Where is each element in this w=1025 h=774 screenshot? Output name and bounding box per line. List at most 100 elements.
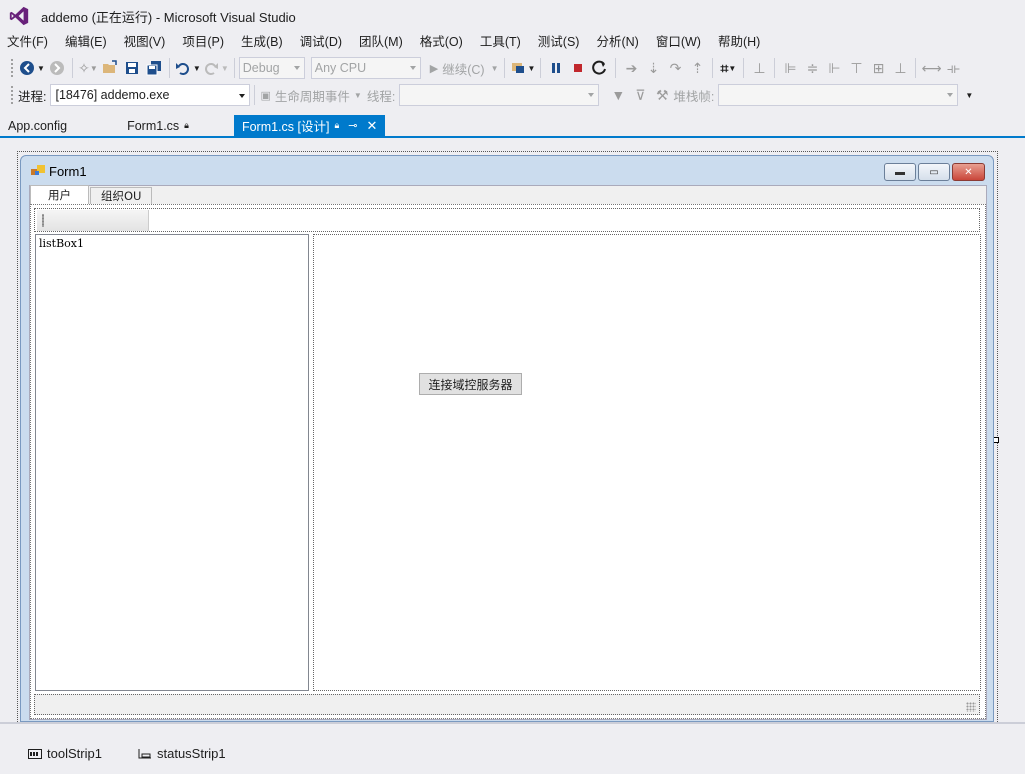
menu-view[interactable]: 视图(V): [118, 32, 172, 52]
forward-button[interactable]: [47, 57, 67, 79]
menu-team[interactable]: 团队(M): [353, 32, 409, 52]
listbox-design-label: listBox1: [39, 237, 85, 250]
toolbar-separator: [71, 58, 73, 78]
align-bottoms-button[interactable]: ⊥: [890, 57, 910, 79]
menu-analyze[interactable]: 分析(N): [590, 32, 644, 52]
debug-location-toolbar: 进程: [18476] addemo.exe ▣ 生命周期事件 ▼ 线程: ▼ …: [0, 82, 1025, 108]
stack-frame-dropdown[interactable]: [718, 84, 959, 106]
filter-icon: ▼: [611, 87, 626, 103]
align-middles-button[interactable]: ⊞: [868, 57, 888, 79]
thread-dropdown[interactable]: [399, 84, 600, 106]
chevron-down-icon: [947, 93, 954, 97]
attach-process-button[interactable]: ▼: [510, 57, 536, 79]
maximize-button[interactable]: ▭: [918, 163, 950, 181]
hex-display-button[interactable]: ⌗ ▼: [718, 57, 738, 79]
user-listbox[interactable]: listBox1: [35, 234, 309, 691]
close-tab-icon[interactable]: ✕: [367, 118, 378, 134]
toolbar-overflow-button[interactable]: ▼: [959, 84, 979, 106]
lifecycle-events-label: 生命周期事件: [274, 89, 350, 104]
toggle-flag-button[interactable]: ⚒: [652, 84, 672, 106]
align-left-icon: ⊫: [784, 59, 797, 76]
undo-icon: [175, 63, 189, 75]
toolbar-separator: [503, 58, 505, 78]
filter-clear-button[interactable]: ⊽: [630, 84, 650, 106]
toolbar-grip[interactable]: [10, 85, 14, 105]
form1-window[interactable]: Form1 ▬ ▭ ✕ 用户 组织OU listBox1 连接域控服务器: [20, 155, 994, 722]
pause-icon: [552, 63, 561, 73]
align-lefts-button[interactable]: ⊫: [780, 57, 800, 79]
content-panel: 连接域控服务器: [313, 234, 981, 691]
menu-debug[interactable]: 调试(D): [294, 32, 348, 52]
tab-users[interactable]: 用户: [30, 185, 89, 204]
new-item-icon: ✧: [78, 59, 90, 76]
new-project-button[interactable]: ✧ ▼: [78, 57, 98, 79]
undo-button[interactable]: ▼: [175, 57, 201, 79]
minimize-button[interactable]: ▬: [884, 163, 916, 181]
menu-file[interactable]: 文件(F): [1, 32, 54, 52]
toolbar-grip[interactable]: [10, 58, 14, 78]
solution-platform-dropdown[interactable]: Any CPU: [310, 57, 421, 79]
save-button[interactable]: [122, 57, 142, 79]
menu-window[interactable]: 窗口(W): [650, 32, 707, 52]
tab-form1-designer[interactable]: Form1.cs [设计] 🔒︎ ⊸ ✕: [233, 115, 386, 136]
continue-button[interactable]: ▶ 继续(C) ▼: [430, 57, 499, 79]
lock-icon: 🔒︎: [334, 120, 340, 130]
menu-tools[interactable]: 工具(T): [474, 32, 527, 52]
tray-toolstrip-label: toolStrip1: [47, 746, 102, 761]
standard-toolbar: ▼ ✧ ▼ ▼ ▼ Debug Any CPU ▶ 继续(C) ▼ ▼ ➔ ⇣ …: [0, 55, 1025, 81]
align-bottom-icon: ⊥: [894, 59, 907, 76]
toolbar-separator: [615, 58, 617, 78]
align-centers-button[interactable]: ≑: [802, 57, 822, 79]
break-all-button[interactable]: [546, 57, 566, 79]
menu-format[interactable]: 格式(O): [414, 32, 469, 52]
close-button[interactable]: ✕: [952, 163, 985, 181]
save-all-button[interactable]: [144, 57, 164, 79]
back-button[interactable]: ▼: [19, 57, 45, 79]
size-grip[interactable]: [966, 702, 976, 712]
menu-test[interactable]: 测试(S): [532, 32, 586, 52]
continue-label: 继续(C): [442, 62, 485, 77]
filter-thread-button[interactable]: ▼: [608, 84, 628, 106]
save-all-icon: [146, 61, 161, 76]
open-file-button[interactable]: [100, 57, 120, 79]
menu-help[interactable]: 帮助(H): [712, 32, 766, 52]
toolbar-separator: [168, 58, 170, 78]
chevron-down-icon: ▼: [527, 63, 536, 73]
tray-toolstrip-item[interactable]: toolStrip1: [28, 746, 102, 761]
toolstrip-grip[interactable]: [42, 214, 44, 227]
stop-debugging-button[interactable]: [568, 57, 588, 79]
step-into-button[interactable]: ⇣: [643, 57, 663, 79]
make-same-width-button[interactable]: ⟷: [921, 57, 941, 79]
step-over-button[interactable]: ↷: [665, 57, 685, 79]
menu-build[interactable]: 生成(B): [235, 32, 289, 52]
align-rights-button[interactable]: ⊩: [824, 57, 844, 79]
align-to-grid-button[interactable]: ⊥: [749, 57, 769, 79]
lifecycle-events-button[interactable]: ▣ 生命周期事件 ▼: [260, 84, 361, 106]
stack-frame-label: 堆栈帧:: [673, 89, 715, 104]
toolstrip[interactable]: [34, 208, 980, 232]
redo-button[interactable]: ▼: [203, 57, 229, 79]
make-same-height-button[interactable]: ⟛: [944, 57, 964, 79]
tray-statusstrip-item[interactable]: statusStrip1: [138, 746, 226, 761]
process-dropdown[interactable]: [18476] addemo.exe: [50, 84, 251, 106]
flag-icon: ⚒: [656, 86, 669, 103]
solution-configuration-dropdown[interactable]: Debug: [238, 57, 305, 79]
restart-button[interactable]: [590, 57, 610, 79]
step-out-button[interactable]: ⇡: [687, 57, 707, 79]
connect-domain-controller-button[interactable]: 连接域控服务器: [419, 373, 522, 395]
form-app-icon: [31, 165, 45, 175]
align-tops-button[interactable]: ⊤: [846, 57, 866, 79]
tab-label: Form1.cs [设计]: [241, 120, 330, 134]
tab-form1-cs[interactable]: Form1.cs 🔒︎: [119, 115, 197, 136]
statusstrip-component-icon: [138, 748, 151, 758]
tab-org-ou[interactable]: 组织OU: [90, 187, 153, 204]
menu-project[interactable]: 项目(P): [176, 32, 230, 52]
chevron-down-icon: [588, 93, 595, 97]
status-strip[interactable]: [34, 694, 980, 715]
window-title: addemo (正在运行) - Microsoft Visual Studio: [41, 9, 296, 25]
menu-edit[interactable]: 编辑(E): [59, 32, 113, 52]
pin-icon[interactable]: ⊸: [348, 119, 357, 132]
tab-label: App.config: [8, 118, 68, 133]
tab-app-config[interactable]: App.config: [0, 115, 75, 136]
show-next-statement-button[interactable]: ➔: [621, 57, 641, 79]
